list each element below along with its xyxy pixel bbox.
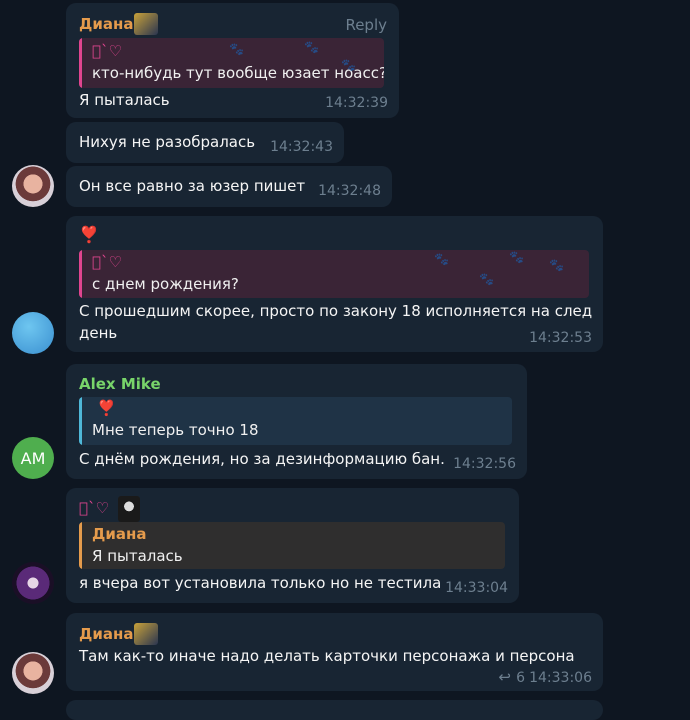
paw-pattern-icon: 🐾 bbox=[549, 258, 564, 272]
paw-pattern-icon: 🐾 bbox=[229, 42, 244, 56]
reply-arrow-icon[interactable]: ↩ bbox=[498, 668, 511, 686]
sender-name[interactable]: Диана bbox=[79, 625, 133, 643]
sender-name[interactable]: Alex Mike bbox=[79, 375, 161, 393]
reply-quote[interactable]:  `♡ кто-нибудь тут вообще юзает ноасс? 🐾… bbox=[79, 38, 384, 88]
message-time: 14:32:48 bbox=[318, 183, 381, 199]
quote-emoji: ❣️ bbox=[97, 399, 116, 417]
paw-pattern-icon: 🐾 bbox=[304, 40, 319, 54]
message-bubble[interactable]: Нихуя не разобралась 14:32:43 bbox=[66, 122, 344, 163]
message-text: Я пыталась bbox=[79, 91, 170, 109]
paw-pattern-icon: 🐾 bbox=[479, 272, 494, 286]
message-bubble[interactable] bbox=[66, 700, 603, 720]
message-text: С днём рождения, но за дезинформацию бан… bbox=[79, 450, 445, 468]
message-text: Нихуя не разобралась bbox=[79, 133, 256, 151]
avatar[interactable] bbox=[12, 562, 54, 604]
message-time: 14:32:53 bbox=[529, 330, 592, 346]
reply-button[interactable]: Reply bbox=[345, 16, 387, 34]
avatar[interactable] bbox=[12, 165, 54, 207]
reply-quote[interactable]:  `♡ с днем рождения? 🐾 🐾 🐾 🐾 bbox=[79, 250, 589, 298]
avatar-initials: AM bbox=[20, 448, 46, 468]
message-text: Он все равно за юзер пишет bbox=[79, 177, 306, 195]
message-time: 14:33:06 bbox=[529, 670, 592, 686]
sender-badge-icon bbox=[118, 496, 140, 522]
avatar[interactable] bbox=[12, 652, 54, 694]
quote-text: Я пыталась bbox=[92, 547, 183, 565]
message-text: Там как-то иначе надо делать карточки пе… bbox=[79, 647, 575, 665]
sender-name[interactable]:  `♡ bbox=[79, 499, 109, 517]
quote-author: Диана bbox=[92, 525, 147, 543]
quote-author:  `♡ bbox=[92, 42, 122, 60]
paw-pattern-icon: 🐾 bbox=[434, 252, 449, 266]
message-time: 14:32:39 bbox=[325, 95, 388, 111]
replies-count[interactable]: 6 bbox=[516, 670, 525, 686]
quote-author:  `♡ bbox=[92, 253, 122, 271]
emoji: ❣️ bbox=[79, 225, 99, 244]
paw-pattern-icon: 🐾 bbox=[509, 250, 524, 264]
message-text-line1: С прошедшим скорее, просто по закону 18 … bbox=[79, 302, 593, 320]
avatar[interactable] bbox=[12, 312, 54, 354]
sender-name[interactable]: Диана bbox=[79, 15, 133, 33]
message-time: 14:32:43 bbox=[270, 139, 333, 155]
message-bubble[interactable]: ❣️  `♡ с днем рождения? 🐾 🐾 🐾 🐾 С прошед… bbox=[66, 216, 603, 352]
message-bubble[interactable]: Он все равно за юзер пишет 14:32:48 bbox=[66, 166, 392, 207]
avatar[interactable]: AM bbox=[12, 437, 54, 479]
message-time: 14:33:04 bbox=[445, 580, 508, 596]
message-text-line2: день bbox=[79, 324, 118, 342]
quote-text: Мне теперь точно 18 bbox=[92, 421, 259, 439]
message-text: я вчера вот установила только но не тест… bbox=[79, 574, 442, 592]
quote-text: с днем рождения? bbox=[92, 275, 239, 293]
message-bubble[interactable]:  `♡ Диана Я пыталась я вчера вот установ… bbox=[66, 488, 519, 603]
paw-pattern-icon: 🐾 bbox=[341, 58, 356, 72]
sender-badge-icon bbox=[134, 13, 158, 35]
sender-badge-icon bbox=[134, 623, 158, 645]
message-bubble[interactable]: Диана Там как-то иначе надо делать карто… bbox=[66, 613, 603, 691]
message-bubble[interactable]: Диана Reply  `♡ кто-нибудь тут вообще юз… bbox=[66, 3, 399, 118]
message-bubble[interactable]: Alex Mike ❣️ Мне теперь точно 18 С днём … bbox=[66, 364, 527, 479]
reply-quote[interactable]: ❣️ Мне теперь точно 18 bbox=[79, 397, 512, 445]
message-time: 14:32:56 bbox=[453, 456, 516, 472]
reply-quote[interactable]: Диана Я пыталась bbox=[79, 522, 505, 569]
